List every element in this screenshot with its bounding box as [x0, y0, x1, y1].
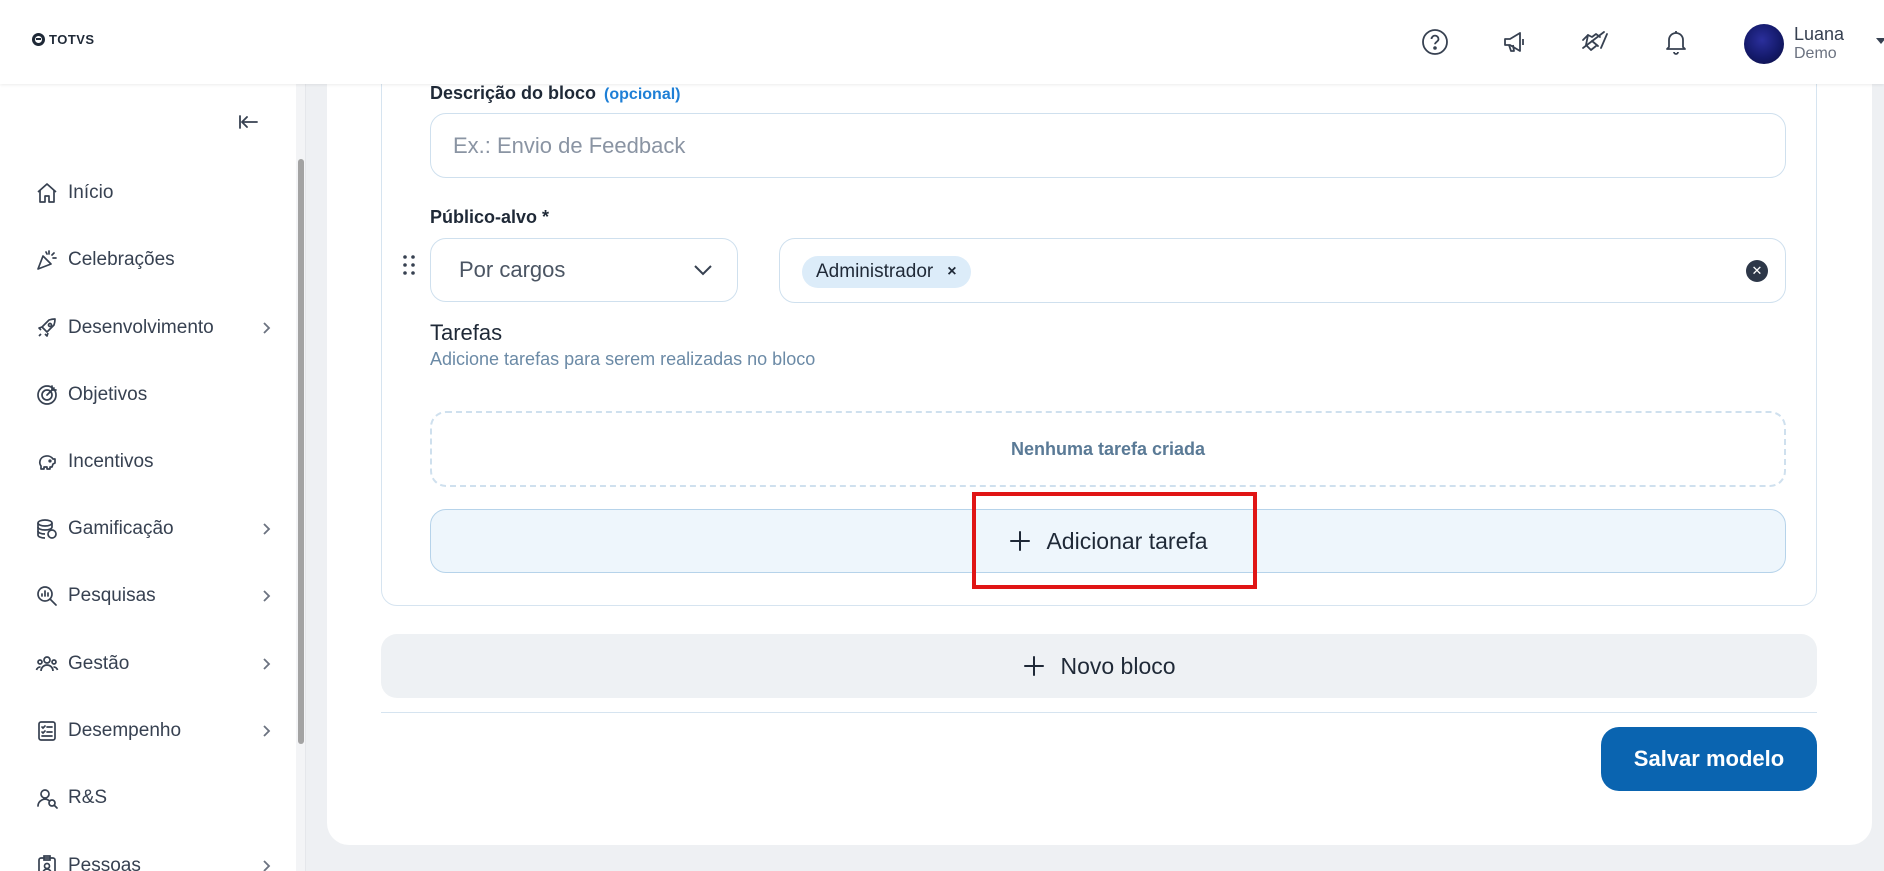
divider [381, 712, 1817, 713]
audience-multiselect[interactable]: Administrador × ✕ [779, 238, 1786, 303]
new-block-label: Novo bloco [1060, 652, 1176, 679]
plus-icon [1024, 656, 1045, 676]
user-name: Luana [1794, 24, 1845, 45]
team-icon [34, 651, 60, 677]
drag-handle-icon[interactable] [402, 254, 416, 276]
sidebar-item-celebracoes[interactable]: Celebrações [34, 240, 274, 280]
sidebar-item-inicio[interactable]: Início [34, 173, 274, 213]
chevron-down-icon [694, 265, 712, 276]
user-menu[interactable]: Luana Demo [1744, 24, 1884, 64]
chip-remove-icon[interactable]: × [947, 263, 956, 281]
chevron-right-icon [263, 658, 271, 670]
top-bar: TOTVS Luana Demo [0, 0, 1884, 84]
totvs-logo[interactable]: TOTVS [32, 32, 95, 47]
audience-chip: Administrador × [802, 256, 971, 288]
id-badge-icon [34, 853, 60, 871]
sidebar-item-desenvolvimento[interactable]: Desenvolvimento [34, 308, 274, 348]
tasks-empty-state: Nenhuma tarefa criada [430, 411, 1786, 487]
tasks-subtitle: Adicione tarefas para serem realizadas n… [430, 349, 816, 369]
chevron-right-icon [263, 725, 271, 737]
chevron-right-icon [263, 590, 271, 602]
highlight-box [972, 492, 1257, 589]
piggy-bank-icon [34, 449, 60, 475]
sidebar-item-label: Desempenho [68, 720, 182, 741]
sidebar-item-label: Pesquisas [68, 585, 156, 606]
caret-down-icon [1876, 38, 1884, 44]
avatar [1744, 24, 1784, 64]
chip-label: Administrador [816, 261, 934, 282]
sidebar: Início Celebrações Desenvolvimento Objet… [0, 84, 306, 871]
party-icon [34, 247, 60, 273]
search-chart-icon [34, 583, 60, 609]
sidebar-item-gestao[interactable]: Gestão [34, 644, 274, 684]
sidebar-item-pesquisas[interactable]: Pesquisas [34, 576, 274, 616]
new-block-button[interactable]: Novo bloco [381, 634, 1817, 698]
sidebar-item-label: R&S [68, 787, 108, 808]
tasks-empty-text: Nenhuma tarefa criada [1010, 438, 1206, 459]
logo-mark-icon [32, 33, 45, 46]
audience-type-value: Por cargos [459, 257, 566, 282]
sidebar-item-desempenho[interactable]: Desempenho [34, 711, 274, 751]
sidebar-item-label: Objetivos [68, 384, 148, 405]
sidebar-item-objetivos[interactable]: Objetivos [34, 375, 274, 415]
rocket-icon [34, 315, 60, 341]
sidebar-item-label: Desenvolvimento [68, 317, 214, 338]
coins-icon [34, 516, 60, 542]
handshake-icon[interactable] [1579, 26, 1611, 58]
sidebar-item-rs[interactable]: R&S [34, 778, 274, 818]
description-label-text: Descrição do bloco [430, 83, 597, 103]
sidebar-item-label: Incentivos [68, 451, 154, 472]
audience-type-select[interactable]: Por cargos [430, 238, 738, 302]
sidebar-item-label: Pessoas [68, 855, 141, 871]
checklist-icon [34, 718, 60, 744]
user-role: Demo [1794, 45, 1837, 63]
optional-tag: (opcional) [604, 86, 681, 103]
collapse-sidebar-icon[interactable] [236, 109, 262, 135]
user-search-icon [34, 785, 60, 811]
sidebar-item-label: Gestão [68, 653, 130, 674]
help-icon[interactable] [1419, 26, 1451, 58]
chevron-right-icon [263, 322, 271, 334]
chevron-right-icon [263, 860, 271, 871]
block-description-input[interactable] [430, 113, 1786, 178]
sidebar-item-gamificacao[interactable]: Gamificação [34, 509, 274, 549]
sidebar-scrollbar-thumb[interactable] [298, 159, 304, 744]
megaphone-icon[interactable] [1499, 26, 1531, 58]
description-label: Descrição do bloco (opcional) [430, 83, 680, 104]
audience-label: Público-alvo * [430, 207, 550, 227]
sidebar-item-label: Início [68, 182, 114, 203]
clear-selection-icon[interactable]: ✕ [1746, 260, 1768, 282]
sidebar-item-pessoas[interactable]: Pessoas [34, 846, 274, 871]
chevron-right-icon [263, 523, 271, 535]
home-icon [34, 180, 60, 206]
target-icon [34, 382, 60, 408]
save-template-button[interactable]: Salvar modelo [1601, 727, 1817, 791]
sidebar-item-label: Gamificação [68, 518, 174, 539]
sidebar-item-label: Celebrações [68, 249, 175, 270]
sidebar-item-incentivos[interactable]: Incentivos [34, 442, 274, 482]
tasks-title: Tarefas [430, 320, 503, 345]
logo-text: TOTVS [49, 32, 95, 47]
bell-icon[interactable] [1660, 26, 1692, 58]
